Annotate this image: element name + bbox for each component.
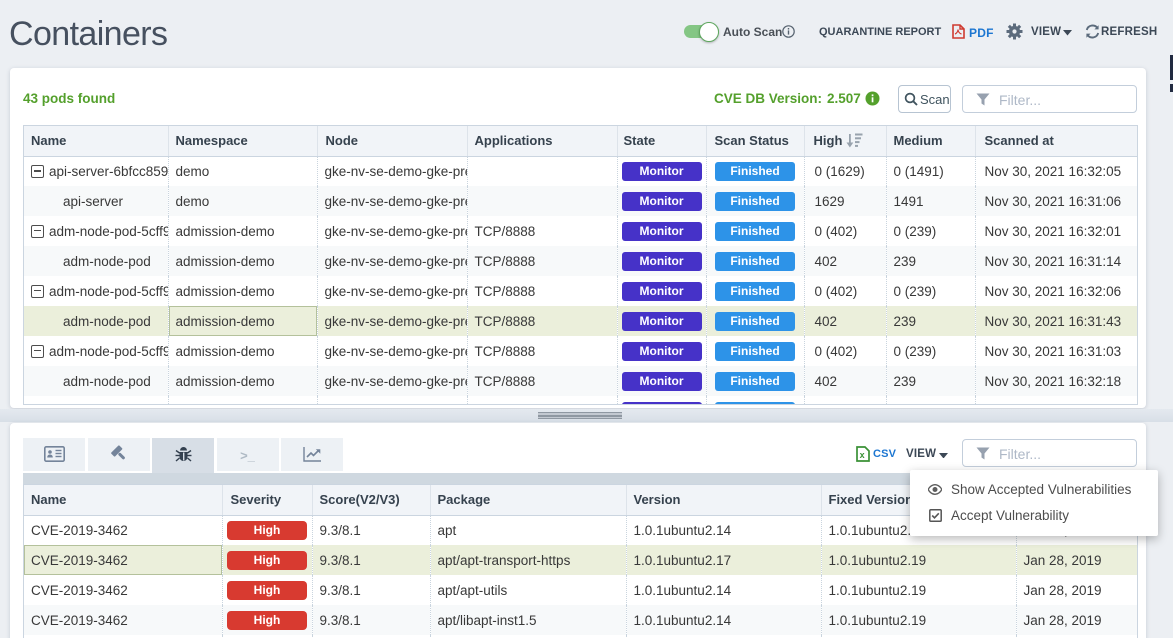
svg-text:x: x [860,450,865,460]
